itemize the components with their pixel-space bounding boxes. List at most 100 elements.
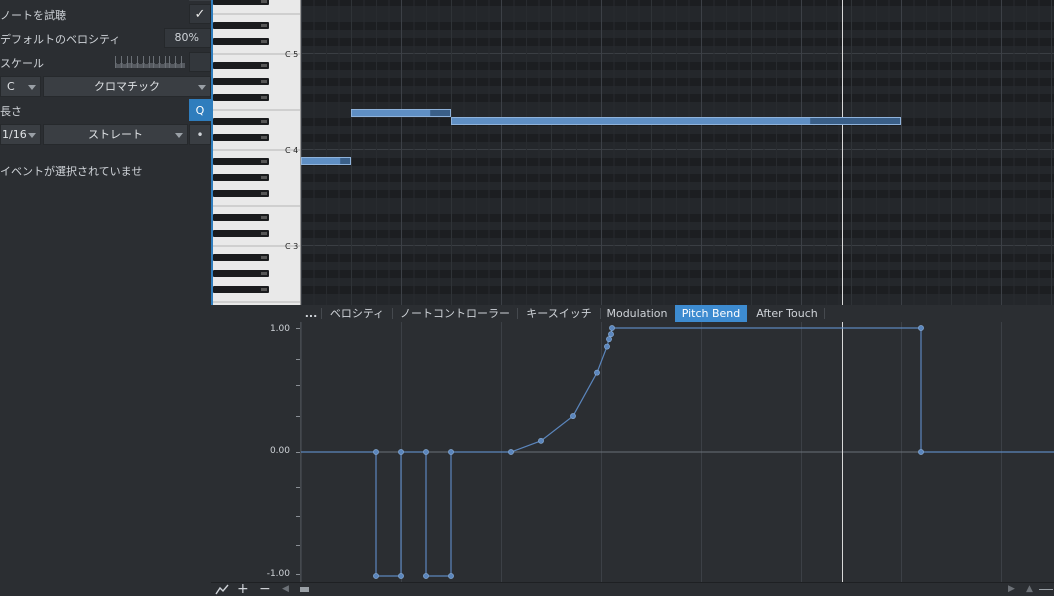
octave-label: C 4	[285, 146, 298, 155]
automation-curve-icon[interactable]	[215, 583, 229, 596]
automation-canvas[interactable]	[301, 322, 1054, 582]
quantize-mode-dropdown[interactable]: ストレート	[43, 124, 188, 145]
editor-bottom-toolbar: + − ◀ ▶ ▲	[211, 582, 1054, 596]
tab-bar-spacer	[211, 305, 301, 322]
automation-point[interactable]	[604, 343, 610, 350]
y-label-min: -1.00	[266, 569, 290, 579]
scroll-right-icon[interactable]: ▶	[1008, 583, 1015, 596]
zoom-slider[interactable]	[1039, 589, 1053, 590]
no-event-message: イベントが選択されていませ	[0, 165, 143, 178]
automation-point[interactable]	[508, 449, 514, 455]
automation-point[interactable]	[448, 573, 454, 579]
scroll-left-icon[interactable]: ◀	[282, 583, 289, 596]
chevron-down-icon	[175, 133, 183, 138]
scale-row: スケール	[0, 51, 211, 73]
tab-divider	[824, 308, 825, 319]
y-tick	[296, 416, 300, 417]
automation-point[interactable]	[448, 449, 454, 455]
y-label-max: 1.00	[269, 324, 290, 334]
scale-root-dropdown[interactable]: C	[0, 76, 41, 97]
automation-point[interactable]	[373, 449, 379, 455]
zoom-icon[interactable]: ▲	[1026, 583, 1033, 596]
automation-point[interactable]	[423, 573, 429, 579]
minus-icon[interactable]: −	[259, 582, 271, 596]
y-tick	[296, 328, 300, 329]
black-key	[213, 38, 269, 45]
automation-point[interactable]	[570, 413, 576, 419]
black-key	[213, 190, 269, 197]
scale-type-dropdown[interactable]: クロマチック	[43, 76, 211, 97]
default-velocity-field[interactable]: 80%	[164, 28, 211, 48]
quantize-row: 1/16 ストレート •	[0, 123, 211, 145]
check-icon: ✓	[194, 6, 206, 22]
tab-modulation[interactable]: Modulation	[601, 305, 673, 322]
black-key	[213, 230, 269, 237]
y-tick	[296, 545, 300, 546]
note-grid-canvas[interactable]	[301, 0, 1054, 305]
length-label: 長さ	[0, 105, 22, 118]
tab-after-touch[interactable]: After Touch	[750, 305, 824, 322]
automation-point[interactable]	[609, 325, 615, 331]
octave-label: C 5	[285, 50, 298, 59]
dotted-note-button[interactable]: •	[189, 124, 211, 145]
note-editor-grid[interactable]	[301, 0, 1054, 305]
black-key	[213, 270, 269, 277]
note-g4[interactable]	[451, 117, 901, 125]
automation-point[interactable]	[538, 437, 544, 444]
black-key	[213, 214, 269, 221]
black-key	[213, 94, 269, 101]
automation-point[interactable]	[608, 331, 614, 338]
quantize-value: 1/16	[2, 128, 27, 141]
black-key	[213, 286, 269, 293]
y-tick	[296, 516, 300, 517]
pitch-bend-automation-lane[interactable]	[301, 322, 1054, 582]
tab-note-controller[interactable]: ノートコントローラー	[393, 305, 517, 322]
y-tick	[296, 487, 300, 488]
automation-point[interactable]	[594, 369, 600, 376]
automation-point[interactable]	[398, 449, 404, 455]
automation-point[interactable]	[423, 449, 429, 455]
piano-keys[interactable]: C 5 C 4 C 3	[213, 0, 301, 305]
chevron-down-icon	[28, 133, 36, 138]
automation-point[interactable]	[918, 449, 924, 455]
black-key	[213, 118, 269, 125]
scale-toggle[interactable]	[189, 52, 211, 72]
automation-point[interactable]	[918, 325, 924, 331]
preview-notes-row: ノートを試聴 ✓	[0, 3, 211, 25]
black-key	[213, 158, 269, 165]
more-tabs-button[interactable]: ...	[303, 305, 319, 322]
black-key	[213, 134, 269, 141]
scale-keys-icon[interactable]	[114, 55, 186, 69]
tab-pitch-bend[interactable]: Pitch Bend	[675, 305, 747, 322]
automation-point[interactable]	[606, 336, 612, 343]
scale-label: スケール	[0, 57, 44, 70]
preview-notes-checkbox[interactable]: ✓	[189, 4, 211, 24]
note-c4[interactable]	[301, 157, 351, 165]
scale-type-value: クロマチック	[94, 80, 160, 93]
piano-keyboard[interactable]: C 5 C 4 C 3	[211, 0, 301, 305]
tab-key-switch[interactable]: キースイッチ	[518, 305, 600, 322]
scale-select-row: C クロマチック	[0, 75, 211, 97]
y-label-zero: 0.00	[269, 446, 290, 456]
automation-scale: 1.00 0.00 -1.00	[211, 322, 301, 582]
default-velocity-label: デフォルトのベロシティ	[0, 33, 121, 46]
black-key	[213, 0, 269, 5]
plus-icon[interactable]: +	[237, 582, 249, 596]
quantize-value-dropdown[interactable]: 1/16	[0, 124, 41, 145]
controller-tab-bar: ... ベロシティ ノートコントローラー キースイッチ Modulation P…	[301, 305, 1054, 322]
tab-velocity[interactable]: ベロシティ	[322, 305, 392, 322]
chevron-down-icon	[198, 85, 206, 90]
default-velocity-row: デフォルトのベロシティ 80%	[0, 27, 211, 49]
y-tick	[296, 359, 300, 360]
top-cut-control	[189, 0, 211, 1]
black-key	[213, 254, 269, 261]
black-key	[213, 78, 269, 85]
scroll-thumb[interactable]	[300, 587, 309, 592]
quantize-mode-value: ストレート	[88, 128, 143, 141]
y-tick	[296, 452, 300, 453]
black-key	[213, 62, 269, 69]
note-a4[interactable]	[351, 109, 451, 117]
automation-point[interactable]	[373, 573, 379, 579]
quantize-button[interactable]: Q	[189, 99, 211, 121]
automation-point[interactable]	[398, 573, 404, 579]
